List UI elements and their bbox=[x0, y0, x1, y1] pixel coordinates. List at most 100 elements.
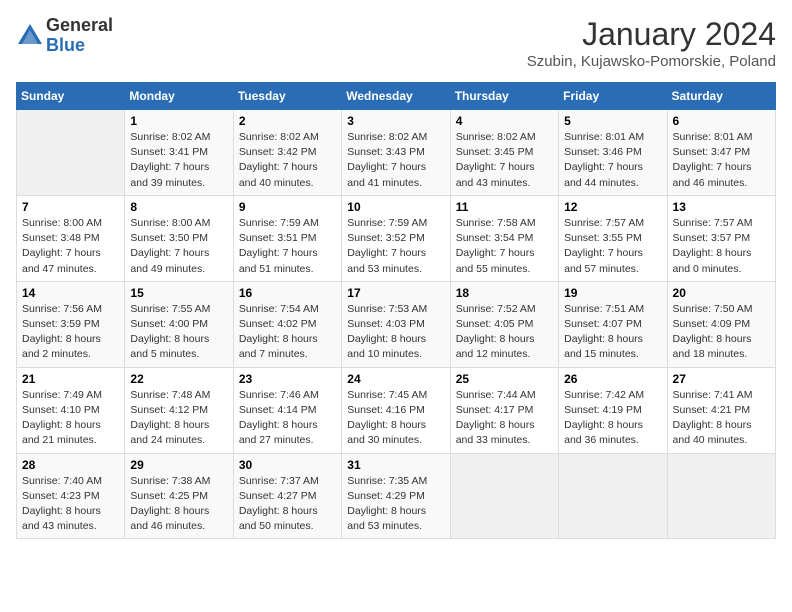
logo-icon bbox=[16, 22, 44, 50]
day-info: Sunrise: 7:35 AMSunset: 4:29 PMDaylight:… bbox=[347, 474, 444, 535]
day-info: Sunrise: 8:02 AMSunset: 3:42 PMDaylight:… bbox=[239, 130, 336, 191]
calendar-cell: 6Sunrise: 8:01 AMSunset: 3:47 PMDaylight… bbox=[667, 110, 775, 196]
calendar-cell: 11 Sunrise: 7:58 AMSunset: 3:54 PMDayligh… bbox=[450, 195, 558, 281]
calendar-cell: 19Sunrise: 7:51 AMSunset: 4:07 PMDayligh… bbox=[559, 281, 667, 367]
day-number: 18 bbox=[456, 286, 553, 300]
day-info: Sunrise: 7:46 AMSunset: 4:14 PMDaylight:… bbox=[239, 388, 336, 449]
calendar-cell bbox=[667, 453, 775, 539]
day-info: Sunrise: 8:00 AMSunset: 3:50 PMDaylight:… bbox=[130, 216, 227, 277]
calendar-cell: 13 Sunrise: 7:57 AMSunset: 3:57 PMDayligh… bbox=[667, 195, 775, 281]
calendar-cell: 14 Sunrise: 7:56 AMSunset: 3:59 PMDayligh… bbox=[17, 281, 125, 367]
day-number: 9 bbox=[239, 200, 336, 214]
weekday-header: Thursday bbox=[450, 83, 558, 110]
day-number: 27 bbox=[673, 372, 770, 386]
calendar-cell: 18 Sunrise: 7:52 AMSunset: 4:05 PMDayligh… bbox=[450, 281, 558, 367]
day-number: 1 bbox=[130, 114, 227, 128]
day-info: Sunrise: 7:40 AMSunset: 4:23 PMDaylight:… bbox=[22, 474, 119, 535]
calendar-cell: 30 Sunrise: 7:37 AMSunset: 4:27 PMDayligh… bbox=[233, 453, 341, 539]
weekday-header: Friday bbox=[559, 83, 667, 110]
day-info: Sunrise: 7:41 AMSunset: 4:21 PMDaylight:… bbox=[673, 388, 770, 449]
day-info: Sunrise: 7:59 AMSunset: 3:52 PMDaylight:… bbox=[347, 216, 444, 277]
calendar-cell: 20 Sunrise: 7:50 AMSunset: 4:09 PMDayligh… bbox=[667, 281, 775, 367]
day-number: 24 bbox=[347, 372, 444, 386]
calendar-cell: 4Sunrise: 8:02 AMSunset: 3:45 PMDaylight… bbox=[450, 110, 558, 196]
calendar-cell: 31 Sunrise: 7:35 AMSunset: 4:29 PMDayligh… bbox=[342, 453, 450, 539]
weekday-header: Saturday bbox=[667, 83, 775, 110]
calendar-cell: 28Sunrise: 7:40 AMSunset: 4:23 PMDayligh… bbox=[17, 453, 125, 539]
calendar-cell: 23 Sunrise: 7:46 AMSunset: 4:14 PMDayligh… bbox=[233, 367, 341, 453]
day-info: Sunrise: 7:58 AMSunset: 3:54 PMDaylight:… bbox=[456, 216, 553, 277]
day-info: Sunrise: 7:52 AMSunset: 4:05 PMDaylight:… bbox=[456, 302, 553, 363]
day-info: Sunrise: 8:00 AMSunset: 3:48 PMDaylight:… bbox=[22, 216, 119, 277]
day-number: 30 bbox=[239, 458, 336, 472]
day-info: Sunrise: 7:37 AMSunset: 4:27 PMDaylight:… bbox=[239, 474, 336, 535]
day-info: Sunrise: 7:45 AMSunset: 4:16 PMDaylight:… bbox=[347, 388, 444, 449]
calendar-cell: 24 Sunrise: 7:45 AMSunset: 4:16 PMDayligh… bbox=[342, 367, 450, 453]
calendar-table: SundayMondayTuesdayWednesdayThursdayFrid… bbox=[16, 82, 776, 539]
day-number: 13 bbox=[673, 200, 770, 214]
day-info: Sunrise: 8:01 AMSunset: 3:46 PMDaylight:… bbox=[564, 130, 661, 191]
day-number: 26 bbox=[564, 372, 661, 386]
calendar-week-row: 28Sunrise: 7:40 AMSunset: 4:23 PMDayligh… bbox=[17, 453, 776, 539]
day-number: 17 bbox=[347, 286, 444, 300]
day-info: Sunrise: 7:57 AMSunset: 3:55 PMDaylight:… bbox=[564, 216, 661, 277]
calendar-week-row: 21Sunrise: 7:49 AMSunset: 4:10 PMDayligh… bbox=[17, 367, 776, 453]
calendar-cell bbox=[450, 453, 558, 539]
calendar-cell: 17Sunrise: 7:53 AMSunset: 4:03 PMDayligh… bbox=[342, 281, 450, 367]
weekday-header-row: SundayMondayTuesdayWednesdayThursdayFrid… bbox=[17, 83, 776, 110]
calendar-cell bbox=[17, 110, 125, 196]
day-number: 14 bbox=[22, 286, 119, 300]
calendar-cell: 22 Sunrise: 7:48 AMSunset: 4:12 PMDayligh… bbox=[125, 367, 233, 453]
day-number: 4 bbox=[456, 114, 553, 128]
weekday-header: Monday bbox=[125, 83, 233, 110]
day-number: 16 bbox=[239, 286, 336, 300]
day-number: 11 bbox=[456, 200, 553, 214]
calendar-cell: 5 Sunrise: 8:01 AMSunset: 3:46 PMDaylight… bbox=[559, 110, 667, 196]
day-info: Sunrise: 7:56 AMSunset: 3:59 PMDaylight:… bbox=[22, 302, 119, 363]
logo-text: General Blue bbox=[46, 16, 113, 56]
calendar-cell: 15 Sunrise: 7:55 AMSunset: 4:00 PMDayligh… bbox=[125, 281, 233, 367]
day-number: 2 bbox=[239, 114, 336, 128]
calendar-week-row: 7 Sunrise: 8:00 AMSunset: 3:48 PMDaylight… bbox=[17, 195, 776, 281]
day-info: Sunrise: 7:59 AMSunset: 3:51 PMDaylight:… bbox=[239, 216, 336, 277]
day-number: 25 bbox=[456, 372, 553, 386]
day-number: 10 bbox=[347, 200, 444, 214]
title-block: January 2024 Szubin, Kujawsko-Pomorskie,… bbox=[527, 16, 776, 70]
calendar-cell: 26 Sunrise: 7:42 AMSunset: 4:19 PMDayligh… bbox=[559, 367, 667, 453]
day-number: 8 bbox=[130, 200, 227, 214]
calendar-cell: 27 Sunrise: 7:41 AMSunset: 4:21 PMDayligh… bbox=[667, 367, 775, 453]
calendar-week-row: 1 Sunrise: 8:02 AMSunset: 3:41 PMDaylight… bbox=[17, 110, 776, 196]
calendar-cell: 2 Sunrise: 8:02 AMSunset: 3:42 PMDaylight… bbox=[233, 110, 341, 196]
calendar-cell: 8 Sunrise: 8:00 AMSunset: 3:50 PMDaylight… bbox=[125, 195, 233, 281]
calendar-cell: 12Sunrise: 7:57 AMSunset: 3:55 PMDayligh… bbox=[559, 195, 667, 281]
calendar-week-row: 14 Sunrise: 7:56 AMSunset: 3:59 PMDayligh… bbox=[17, 281, 776, 367]
day-number: 15 bbox=[130, 286, 227, 300]
day-number: 5 bbox=[564, 114, 661, 128]
calendar-cell: 9 Sunrise: 7:59 AMSunset: 3:51 PMDaylight… bbox=[233, 195, 341, 281]
day-number: 21 bbox=[22, 372, 119, 386]
day-number: 29 bbox=[130, 458, 227, 472]
calendar-cell: 29Sunrise: 7:38 AMSunset: 4:25 PMDayligh… bbox=[125, 453, 233, 539]
day-info: Sunrise: 7:42 AMSunset: 4:19 PMDaylight:… bbox=[564, 388, 661, 449]
day-number: 20 bbox=[673, 286, 770, 300]
day-number: 7 bbox=[22, 200, 119, 214]
day-number: 22 bbox=[130, 372, 227, 386]
location: Szubin, Kujawsko-Pomorskie, Poland bbox=[527, 53, 776, 70]
day-info: Sunrise: 8:02 AMSunset: 3:41 PMDaylight:… bbox=[130, 130, 227, 191]
day-info: Sunrise: 7:57 AMSunset: 3:57 PMDaylight:… bbox=[673, 216, 770, 277]
day-info: Sunrise: 7:51 AMSunset: 4:07 PMDaylight:… bbox=[564, 302, 661, 363]
day-info: Sunrise: 7:48 AMSunset: 4:12 PMDaylight:… bbox=[130, 388, 227, 449]
calendar-cell: 7 Sunrise: 8:00 AMSunset: 3:48 PMDaylight… bbox=[17, 195, 125, 281]
day-info: Sunrise: 7:55 AMSunset: 4:00 PMDaylight:… bbox=[130, 302, 227, 363]
calendar-cell: 10 Sunrise: 7:59 AMSunset: 3:52 PMDayligh… bbox=[342, 195, 450, 281]
weekday-header: Sunday bbox=[17, 83, 125, 110]
page-header: General Blue January 2024 Szubin, Kujaws… bbox=[16, 16, 776, 70]
weekday-header: Tuesday bbox=[233, 83, 341, 110]
day-number: 31 bbox=[347, 458, 444, 472]
day-info: Sunrise: 7:50 AMSunset: 4:09 PMDaylight:… bbox=[673, 302, 770, 363]
calendar-cell: 21Sunrise: 7:49 AMSunset: 4:10 PMDayligh… bbox=[17, 367, 125, 453]
day-info: Sunrise: 7:54 AMSunset: 4:02 PMDaylight:… bbox=[239, 302, 336, 363]
day-number: 6 bbox=[673, 114, 770, 128]
day-info: Sunrise: 7:44 AMSunset: 4:17 PMDaylight:… bbox=[456, 388, 553, 449]
day-number: 23 bbox=[239, 372, 336, 386]
